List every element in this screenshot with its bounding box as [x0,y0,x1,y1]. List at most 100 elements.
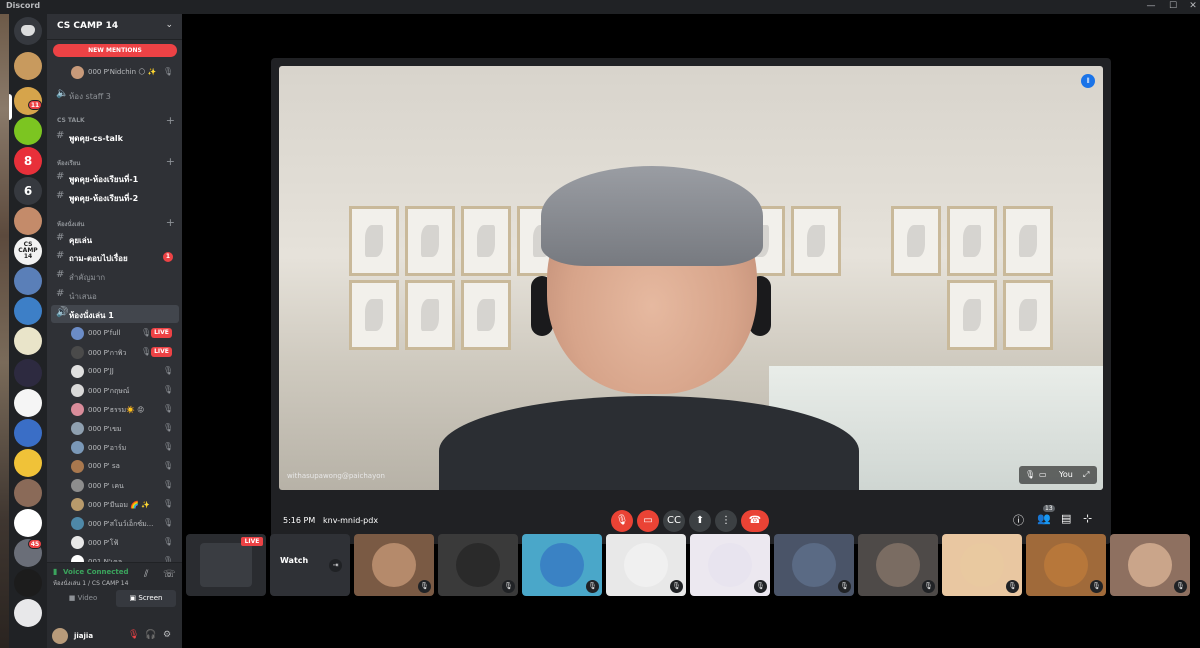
voice-user[interactable]: 000 P'Nidchin 🌕 ✨ 🎙 [67,63,179,82]
present-button[interactable]: ⬆ [689,510,711,532]
server-header[interactable]: CS CAMP 14 ⌄ [47,14,182,40]
voice-user[interactable]: 000 P'สโนว์เอ็กซ์ม... 🎙 [67,514,179,533]
voice-user[interactable]: 000 P'ธรรม☀️ 😡 🎙 [67,400,179,419]
avatar[interactable] [52,628,68,644]
participant-tile[interactable]: 🎙 [1026,534,1106,596]
participant-tile[interactable]: 🎙 [354,534,434,596]
server-avatar-18[interactable] [14,569,42,597]
expand-icon[interactable]: ⤢ [1083,470,1089,480]
speaker-icon: 🔈 [56,88,69,99]
noise-suppression-icon[interactable]: ⫽ [144,569,148,580]
voice-user[interactable]: 000 P'อาร์ม 🎙 [67,438,179,457]
server-avatar-16[interactable] [14,509,42,537]
self-view-chip[interactable]: 🎙 ▭ You ⤢ [1019,466,1097,484]
disconnect-icon[interactable]: ☏ [163,569,176,580]
headphones-icon[interactable]: 🎧 [145,630,156,640]
server-avatar-5[interactable]: 6 [14,177,42,205]
stream-video[interactable]: withasupawong@paichayon ⦀ 🎙 ▭ You ⤢ [279,66,1103,490]
server-avatar-15[interactable] [14,479,42,507]
wall-art [1003,206,1053,276]
channel-cs-talk[interactable]: # พูดคุย-cs-talk [51,128,179,146]
participant-tile-live[interactable]: LIVE [186,534,266,596]
voice-user[interactable]: 000 P' sa 🎙 [67,457,179,476]
channel-chat[interactable]: # คุยเล่น [51,230,179,248]
avatar [540,543,584,587]
channel-qa[interactable]: # ถาม-ตอบไปเรื่อย 1 [51,248,179,266]
participant-tile[interactable]: 🎙 [606,534,686,596]
voice-location[interactable]: ห้องนั่งเล่น 1 / CS CAMP 14 [53,578,128,588]
participant-tile[interactable]: 🎙 [858,534,938,596]
avatar [71,517,84,530]
voice-channel-1[interactable]: 🔊 ห้องนั่งเล่น 1 [51,305,179,323]
more-options-button[interactable]: ⋮ [715,510,737,532]
participant-tile[interactable]: 🎙 [774,534,854,596]
server-avatar-12[interactable] [14,389,42,417]
screen-button[interactable]: ▣ Screen [116,590,176,607]
end-call-button[interactable]: ☎ [741,510,769,532]
activities-icon[interactable]: ⊹ [1083,512,1092,525]
server-avatar-10[interactable] [14,327,42,355]
server-initials: CS CAMP 14 [18,241,38,260]
watch-button[interactable]: Watch [280,556,308,565]
category-cs-talk[interactable]: CS TALK + [53,114,177,128]
channel-room-2[interactable]: # พูดคุย-ห้องเรียนที่-2 [51,188,179,206]
meeting-code: knv-mnid-pdx [323,516,379,525]
camera-off-button[interactable]: ▭ [637,510,659,532]
close-button[interactable]: ✕ [1182,0,1200,14]
participant-tile[interactable]: 🎙 [690,534,770,596]
participant-tile[interactable]: 🎙 [1110,534,1190,596]
voice-user[interactable]: 000 P'มีนอม 🌈 ✨ 🎙 [67,495,179,514]
wall-art [891,206,941,276]
channel-suggest[interactable]: # นำเสนอ [51,286,179,304]
add-channel-icon[interactable]: + [166,155,175,168]
server-avatar-8[interactable] [14,267,42,295]
people-icon[interactable]: 👥 13 [1037,505,1055,525]
server-avatar-7[interactable]: CS CAMP 14 [14,237,42,265]
server-avatar-19[interactable] [14,599,42,627]
add-channel-icon[interactable]: + [166,216,175,229]
chat-icon[interactable]: ▤ [1061,512,1071,525]
voice-user[interactable]: 000 P'โฟ้ 🎙 [67,533,179,552]
stream-window[interactable]: withasupawong@paichayon ⦀ 🎙 ▭ You ⤢ 5:16… [271,58,1111,544]
server-avatar-6[interactable] [14,207,42,235]
participant-tile-watch[interactable]: Watch ⇥ [270,534,350,596]
discord-home-icon[interactable] [14,17,42,45]
server-name: CS CAMP 14 [57,21,119,31]
join-stream-icon[interactable]: ⇥ [329,559,342,572]
participant-tile[interactable]: 🎙 [522,534,602,596]
server-avatar-4[interactable]: 8 [14,147,42,175]
server-avatar-11[interactable] [14,359,42,387]
captions-button[interactable]: CC [663,510,685,532]
new-mentions-button[interactable]: NEW MENTIONS [53,44,177,57]
participant-tile[interactable]: 🎙 [438,534,518,596]
server-avatar-14[interactable] [14,449,42,477]
minimize-button[interactable]: — [1140,0,1162,14]
server-avatar-13[interactable] [14,419,42,447]
voice-user[interactable]: 000 P'กาพิว 🎙 LIVE [67,343,179,362]
channel-staff3[interactable]: 🔈 ห้อง staff 3 [51,86,179,104]
mic-muted-icon: 🎙 [163,385,174,394]
category-play[interactable]: ห้องนั่งเล่น + [53,216,177,230]
voice-user[interactable]: 000 P'เขม 🎙 [67,419,179,438]
server-avatar-3[interactable] [14,117,42,145]
mic-muted-button[interactable]: 🎙 [611,510,633,532]
video-button[interactable]: ■ Video [53,590,113,607]
server-avatar-9[interactable] [14,297,42,325]
voice-user[interactable]: 000 P'JJ 🎙 [67,362,179,381]
info-icon[interactable]: ⓘ [1013,512,1024,528]
voice-status[interactable]: Voice Connected [63,568,129,576]
maximize-button[interactable]: ☐ [1162,0,1184,14]
channel-important[interactable]: # สำคัญมาก [51,267,179,285]
voice-user[interactable]: 000 P'กฤษณ์ 🎙 [67,381,179,400]
channel-room-1[interactable]: # พูดคุย-ห้องเรียนที่-1 [51,169,179,187]
server-avatar-1[interactable] [14,52,42,80]
user-panel: jiajia 🎙 🎧 ⚙ [47,624,182,648]
gear-icon[interactable]: ⚙ [163,630,171,640]
add-channel-icon[interactable]: + [166,114,175,127]
participant-tile[interactable]: 🎙 [942,534,1022,596]
mic-muted-icon[interactable]: 🎙 [128,630,139,640]
username: jiajia [74,632,94,640]
voice-user[interactable]: 000 P' เคน 🎙 [67,476,179,495]
category-room[interactable]: ห้องเรียน + [53,155,177,169]
voice-user[interactable]: 000 P'full 🎙 LIVE [67,324,179,343]
